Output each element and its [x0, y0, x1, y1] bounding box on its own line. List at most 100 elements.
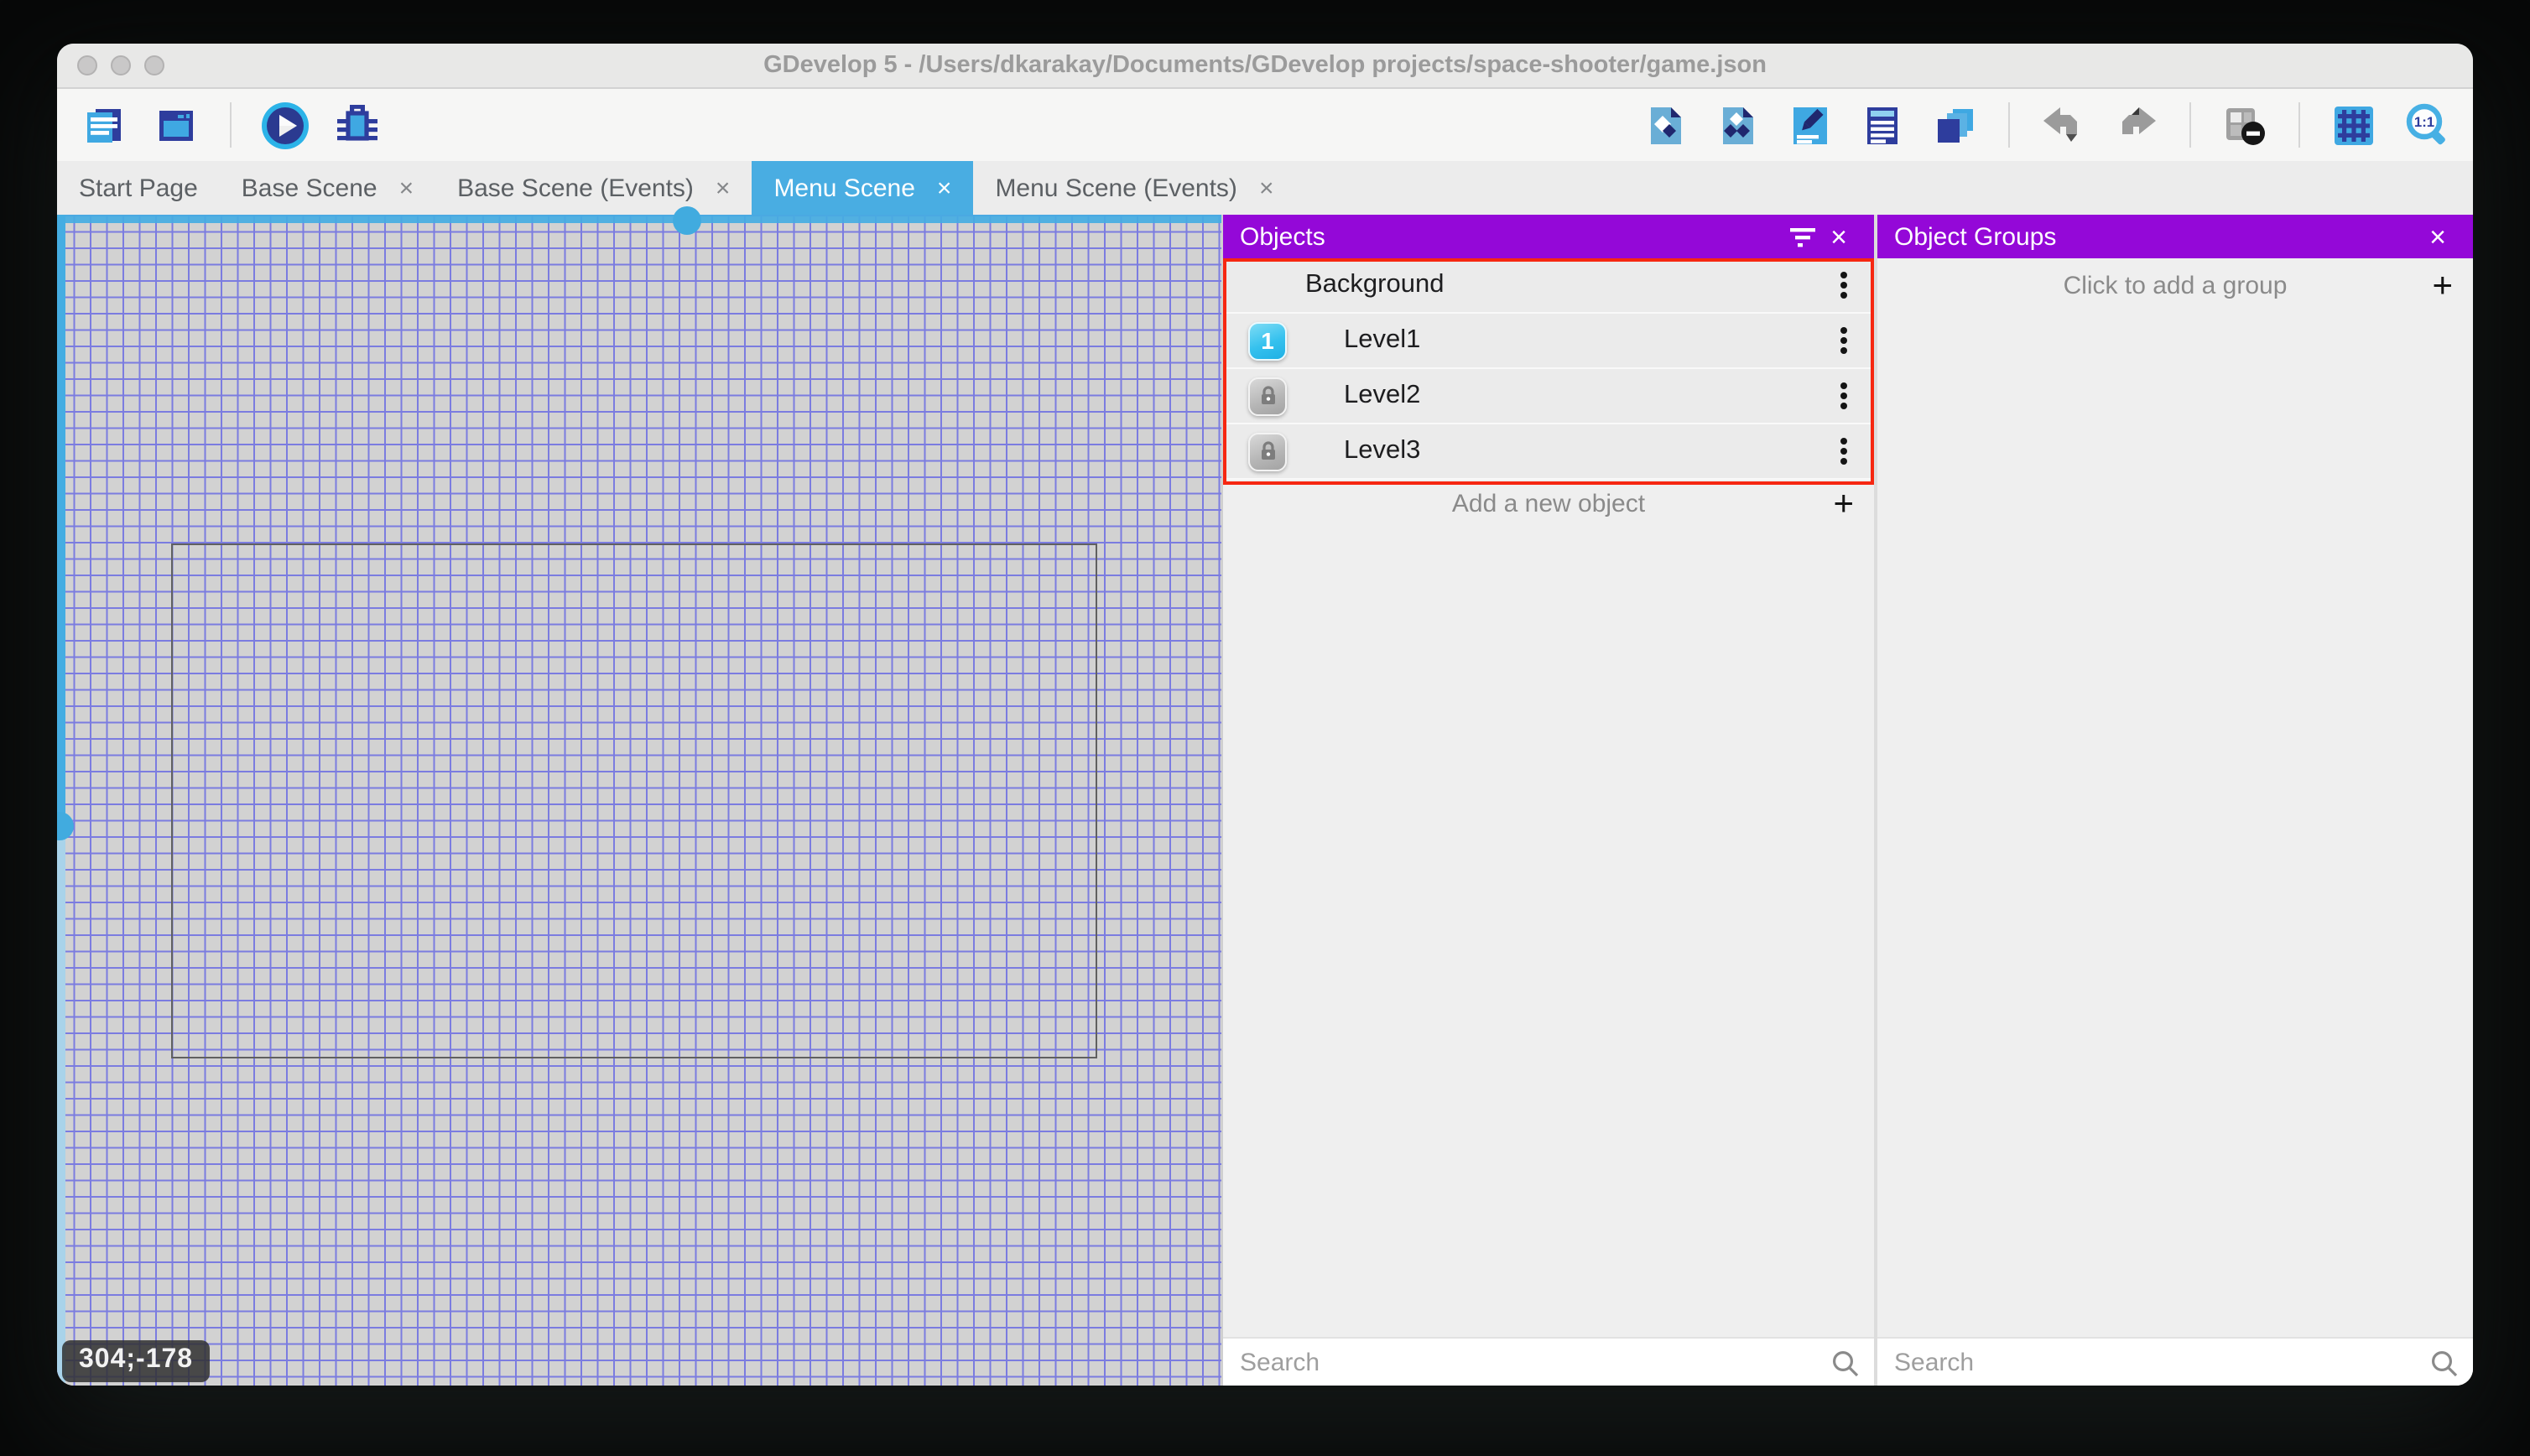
object-name: Level1	[1344, 325, 1421, 354]
object-name: Background	[1305, 270, 1445, 299]
lock-icon	[1261, 386, 1274, 404]
objects-panel-close-button[interactable]: ×	[1820, 218, 1857, 255]
main-toolbar: 1:1	[57, 89, 2473, 161]
zoom-ratio-button[interactable]: 1:1	[2399, 98, 2453, 152]
tab-label: Menu Scene (Events)	[995, 174, 1237, 202]
window-title: GDevelop 5 - /Users/dkarakay/Documents/G…	[763, 52, 1767, 79]
groups-search-input[interactable]	[1877, 1339, 2473, 1386]
game-window-outline	[171, 543, 1097, 1058]
object-menu-icon[interactable]	[1840, 337, 1847, 344]
toolbar-separator	[2298, 102, 2300, 148]
tab-close-icon[interactable]: ×	[1259, 175, 1274, 200]
objects-filter-button[interactable]	[1783, 218, 1820, 255]
tab-menu-scene-events[interactable]: Menu Scene (Events) ×	[973, 161, 1295, 215]
objects-panel-empty-area	[1223, 528, 1874, 1337]
objects-panel-title: Objects	[1240, 222, 1325, 251]
play-icon	[262, 101, 309, 148]
tab-close-icon[interactable]: ×	[716, 175, 731, 200]
add-new-object-button[interactable]: Add a new object +	[1223, 480, 1874, 528]
object-menu-icon[interactable]	[1840, 393, 1847, 399]
grid-icon	[2335, 106, 2373, 144]
selection-left-edge	[57, 215, 65, 1386]
project-manager-button[interactable]	[77, 98, 131, 152]
objects-list: Background 1 Level1 Level2 Level3	[1223, 258, 1874, 485]
objects-panel-icon	[1651, 107, 1681, 143]
instances-list-icon	[1867, 107, 1898, 143]
layers-icon	[1938, 108, 1973, 142]
object-groups-icon	[1723, 107, 1753, 143]
selection-handle-left[interactable]	[57, 812, 74, 840]
tab-start-page[interactable]: Start Page	[57, 161, 220, 215]
toggle-instances-list-button[interactable]	[1856, 98, 1909, 152]
object-name: Level3	[1344, 436, 1421, 465]
object-menu-icon[interactable]	[1840, 448, 1847, 455]
toolbar-separator	[2189, 102, 2191, 148]
selection-handle-top[interactable]	[673, 206, 701, 235]
toolbar-separator	[2008, 102, 2010, 148]
tab-label: Start Page	[79, 174, 198, 202]
project-manager-icon	[87, 108, 121, 142]
redo-button[interactable]	[2109, 98, 2163, 152]
objects-search-bar	[1223, 1337, 1874, 1386]
toggle-window-mask-button[interactable]	[2218, 98, 2272, 152]
undo-button[interactable]	[2037, 98, 2090, 152]
object-groups-close-button[interactable]: ×	[2419, 218, 2456, 255]
object-menu-icon[interactable]	[1840, 282, 1847, 289]
zoom-ratio-label: 1:1	[2413, 114, 2434, 130]
scene-properties-button[interactable]	[149, 98, 203, 152]
add-group-button[interactable]: Click to add a group +	[1877, 258, 2473, 314]
properties-pencil-icon	[1793, 107, 1827, 143]
object-thumbnail	[1248, 432, 1287, 471]
redo-icon	[2122, 107, 2156, 133]
object-thumbnail	[1248, 377, 1287, 415]
toggle-grid-button[interactable]	[2327, 98, 2381, 152]
tab-bar: Start Page Base Scene × Base Scene (Even…	[57, 161, 2473, 215]
locked-level-button-thumb	[1248, 377, 1287, 415]
selection-top-edge	[57, 215, 1221, 222]
window-mask-icon	[2226, 107, 2265, 144]
object-groups-empty-area	[1877, 314, 2473, 1337]
object-row-level1[interactable]: 1 Level1	[1223, 314, 1874, 369]
undo-icon	[2043, 107, 2077, 141]
preview-play-button[interactable]	[258, 98, 312, 152]
filter-icon	[1789, 228, 1814, 247]
add-object-label: Add a new object	[1451, 490, 1646, 518]
tab-close-icon[interactable]: ×	[399, 175, 414, 200]
object-row-level2[interactable]: Level2	[1223, 369, 1874, 424]
tab-base-scene-events[interactable]: Base Scene (Events) ×	[435, 161, 752, 215]
object-groups-title: Object Groups	[1894, 222, 2057, 251]
toggle-properties-button[interactable]	[1783, 98, 1837, 152]
objects-panel-header: Objects ×	[1223, 215, 1874, 258]
tab-menu-scene[interactable]: Menu Scene ×	[752, 161, 974, 215]
plus-icon[interactable]: +	[2432, 268, 2453, 304]
toggle-layers-button[interactable]	[1928, 98, 1981, 152]
tab-label: Base Scene	[241, 174, 377, 202]
tab-close-icon[interactable]: ×	[937, 175, 952, 200]
objects-search-input[interactable]	[1223, 1339, 1874, 1386]
object-row-level3[interactable]: Level3	[1223, 424, 1874, 480]
debug-bug-icon	[337, 105, 377, 141]
zoom-one-to-one-icon: 1:1	[2405, 103, 2444, 145]
toggle-objects-panel-button[interactable]	[1639, 98, 1693, 152]
tab-label: Menu Scene	[773, 174, 915, 202]
scene-editor-canvas[interactable]: 304;-178	[57, 206, 1221, 1386]
scene-window-icon	[159, 110, 193, 140]
object-row-background[interactable]: Background	[1223, 258, 1874, 314]
object-thumbnail: 1	[1248, 321, 1287, 360]
tab-base-scene[interactable]: Base Scene ×	[220, 161, 435, 215]
search-icon	[1833, 1350, 1859, 1376]
search-icon	[2432, 1350, 2458, 1376]
toolbar-separator	[230, 102, 232, 148]
title-bar: GDevelop 5 - /Users/dkarakay/Documents/G…	[57, 44, 2473, 89]
plus-icon[interactable]: +	[1833, 486, 1854, 522]
lock-icon	[1261, 441, 1274, 460]
cursor-coordinates-badge: 304;-178	[62, 1340, 211, 1382]
object-groups-header: Object Groups ×	[1877, 215, 2473, 258]
debug-button[interactable]	[331, 98, 384, 152]
toggle-object-groups-button[interactable]	[1711, 98, 1765, 152]
tab-label: Base Scene (Events)	[457, 174, 694, 202]
add-group-label: Click to add a group	[2063, 272, 2288, 300]
objects-panel: Objects × Background 1 Level1 Level2 Lev…	[1221, 215, 1874, 1386]
groups-search-bar	[1877, 1337, 2473, 1386]
gdevelop-window: GDevelop 5 - /Users/dkarakay/Documents/G…	[57, 44, 2473, 1386]
